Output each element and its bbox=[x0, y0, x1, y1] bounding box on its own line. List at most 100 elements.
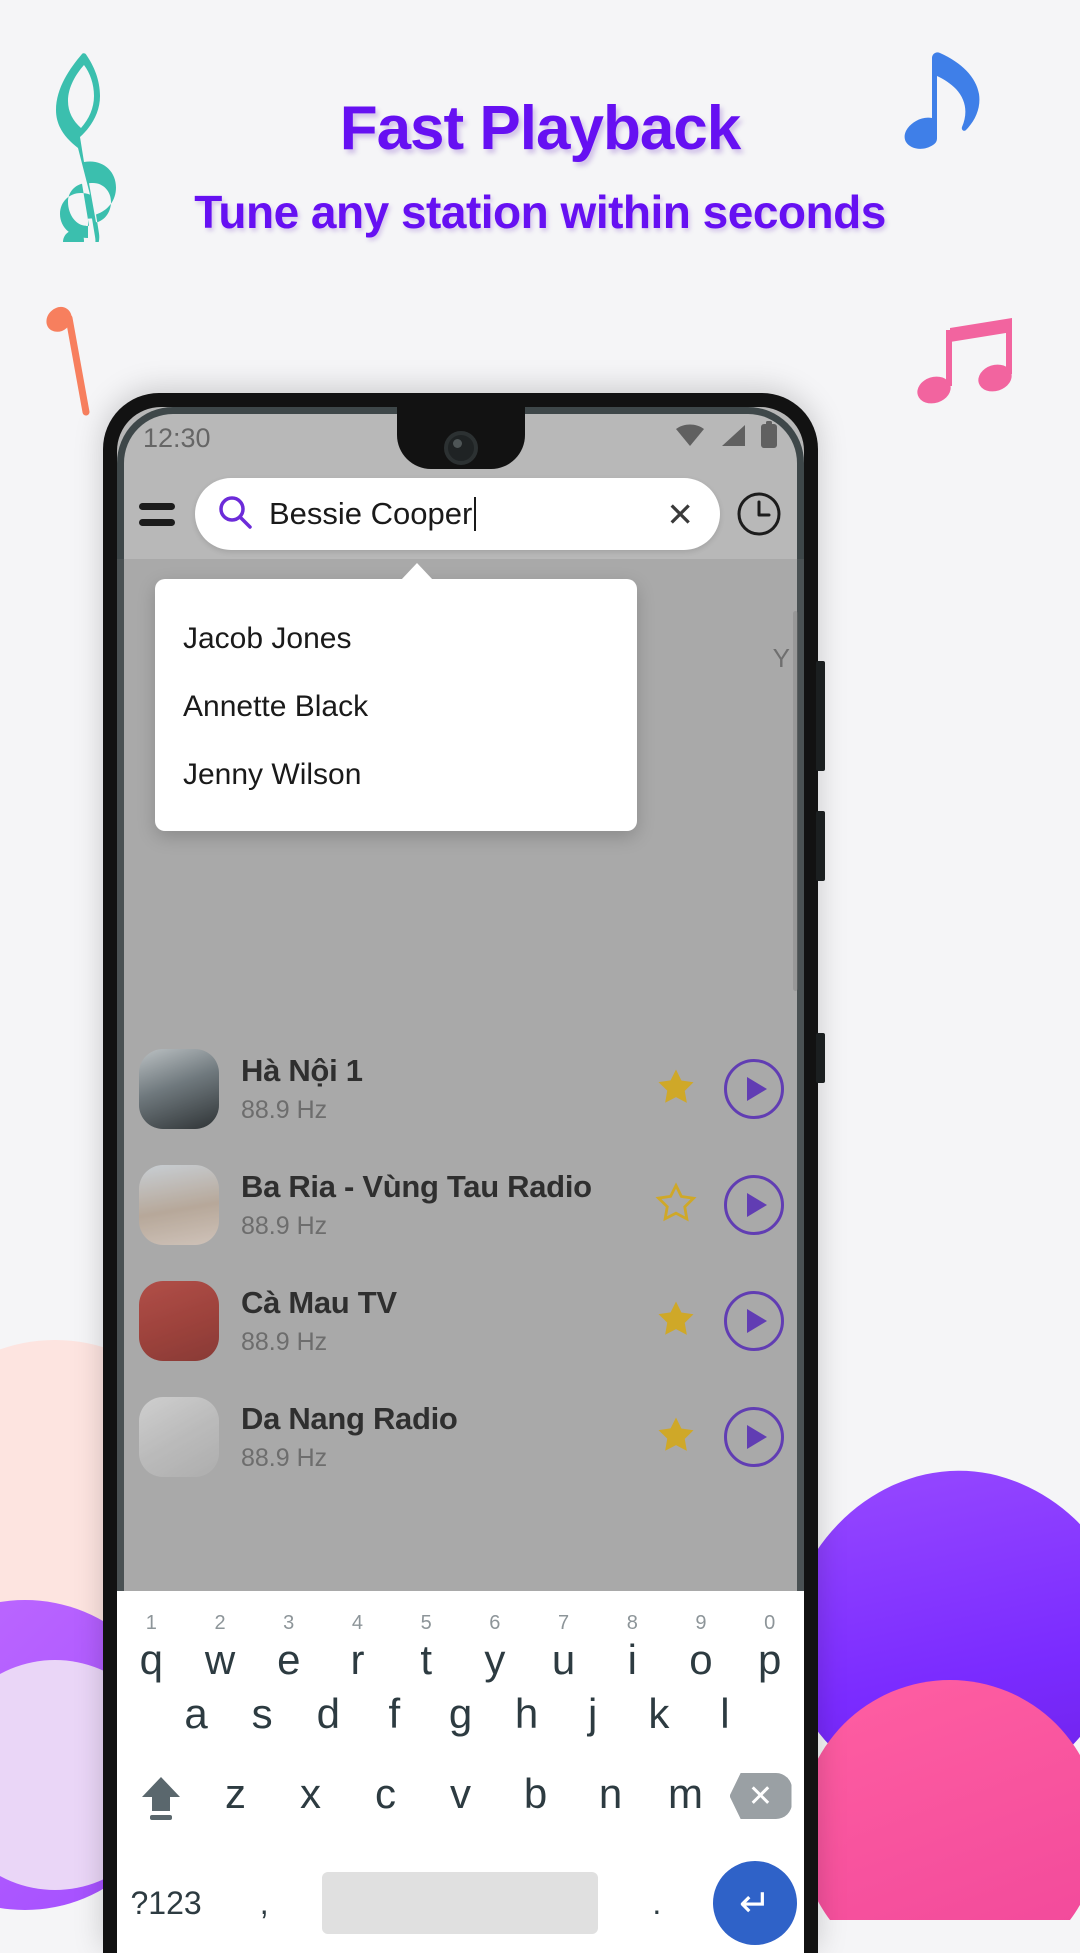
play-icon[interactable] bbox=[724, 1291, 784, 1351]
keyboard-row-4: ?123 , . ↵ bbox=[117, 1853, 804, 1953]
key-y[interactable]: 6y bbox=[461, 1613, 530, 1681]
key-letter: f bbox=[388, 1690, 401, 1737]
key-v[interactable]: v bbox=[423, 1773, 498, 1815]
table-row[interactable]: Hà Nội 1 88.9 Hz bbox=[139, 1031, 804, 1147]
station-info: Ba Ria - Vùng Tau Radio 88.9 Hz bbox=[241, 1169, 628, 1241]
key-letter: w bbox=[204, 1636, 236, 1683]
key-letter: y bbox=[484, 1636, 506, 1683]
station-info: Cà Mau TV 88.9 Hz bbox=[241, 1285, 628, 1357]
key-r[interactable]: 4r bbox=[323, 1613, 392, 1681]
hamburger-menu-icon[interactable] bbox=[139, 502, 179, 526]
key-h[interactable]: h bbox=[494, 1693, 560, 1735]
station-info: Da Nang Radio 88.9 Hz bbox=[241, 1401, 628, 1473]
station-info: Hà Nội 1 88.9 Hz bbox=[241, 1053, 628, 1125]
key-x[interactable]: x bbox=[273, 1773, 348, 1815]
enter-return-icon[interactable]: ↵ bbox=[706, 1861, 804, 1945]
key-letter: o bbox=[689, 1636, 713, 1683]
period-key[interactable]: . bbox=[608, 1885, 706, 1922]
key-c[interactable]: c bbox=[348, 1773, 423, 1815]
favorite-star-icon[interactable] bbox=[650, 1414, 702, 1461]
list-item[interactable]: Jacob Jones bbox=[155, 605, 637, 673]
table-row[interactable]: Ba Ria - Vùng Tau Radio 88.9 Hz bbox=[139, 1147, 804, 1263]
station-name: Ba Ria - Vùng Tau Radio bbox=[241, 1169, 592, 1204]
close-icon[interactable]: ✕ bbox=[662, 498, 698, 531]
signal-icon bbox=[719, 423, 747, 454]
shift-caps-icon[interactable] bbox=[123, 1773, 198, 1823]
key-number: 1 bbox=[145, 1612, 157, 1634]
list-item[interactable]: Jenny Wilson bbox=[155, 741, 637, 809]
station-thumbnail bbox=[139, 1049, 219, 1129]
key-t[interactable]: 5t bbox=[392, 1613, 461, 1681]
scrollbar[interactable] bbox=[793, 611, 798, 991]
search-suggestions-dropdown[interactable]: Jacob Jones Annette Black Jenny Wilson bbox=[155, 563, 637, 831]
comma-key[interactable]: , bbox=[215, 1885, 313, 1922]
play-icon[interactable] bbox=[724, 1407, 784, 1467]
key-j[interactable]: j bbox=[560, 1693, 626, 1735]
key-f[interactable]: f bbox=[361, 1693, 427, 1735]
key-o[interactable]: 9o bbox=[667, 1613, 736, 1681]
key-a[interactable]: a bbox=[163, 1693, 229, 1735]
key-letter: j bbox=[588, 1690, 598, 1737]
key-letter: n bbox=[598, 1770, 623, 1817]
phone-mockup: 12:30 Bessie Cooper ✕ Y Hà Nội 1 88.9 Hz… bbox=[103, 393, 825, 1953]
key-n[interactable]: n bbox=[573, 1773, 648, 1815]
camera-notch bbox=[396, 407, 525, 469]
key-p[interactable]: 0p bbox=[735, 1613, 804, 1681]
key-number: 5 bbox=[420, 1612, 432, 1634]
key-k[interactable]: k bbox=[626, 1693, 692, 1735]
key-m[interactable]: m bbox=[648, 1773, 723, 1815]
keyboard-row-1: 1q 2w 3e 4r 5t 6y 7u 8i 9o 0p bbox=[117, 1613, 804, 1693]
key-number: 0 bbox=[764, 1612, 776, 1634]
key-letter: s bbox=[251, 1690, 273, 1737]
favorite-star-icon[interactable] bbox=[650, 1298, 702, 1345]
phone-screen: 12:30 Bessie Cooper ✕ Y Hà Nội 1 88.9 Hz… bbox=[117, 407, 804, 1953]
assistant-button[interactable] bbox=[816, 1033, 825, 1083]
virtual-keyboard[interactable]: 1q 2w 3e 4r 5t 6y 7u 8i 9o 0p a s d f g … bbox=[117, 1591, 804, 1953]
table-row[interactable]: Da Nang Radio 88.9 Hz bbox=[139, 1379, 804, 1495]
key-s[interactable]: s bbox=[229, 1693, 295, 1735]
key-letter: q bbox=[139, 1636, 164, 1683]
clock-history-icon[interactable] bbox=[736, 491, 782, 537]
power-button[interactable] bbox=[816, 811, 825, 881]
key-q[interactable]: 1q bbox=[117, 1613, 186, 1681]
station-thumbnail bbox=[139, 1165, 219, 1245]
space-key[interactable] bbox=[313, 1872, 607, 1934]
key-u[interactable]: 7u bbox=[529, 1613, 598, 1681]
battery-icon bbox=[760, 420, 778, 456]
table-row[interactable]: Cà Mau TV 88.9 Hz bbox=[139, 1263, 804, 1379]
key-l[interactable]: l bbox=[692, 1693, 758, 1735]
key-b[interactable]: b bbox=[498, 1773, 573, 1815]
key-letter: t bbox=[420, 1636, 432, 1683]
key-letter: v bbox=[450, 1770, 471, 1817]
key-w[interactable]: 2w bbox=[186, 1613, 255, 1681]
key-g[interactable]: g bbox=[427, 1693, 493, 1735]
list-item[interactable]: Annette Black bbox=[155, 673, 637, 741]
key-z[interactable]: z bbox=[198, 1773, 273, 1815]
favorite-star-icon[interactable] bbox=[650, 1066, 702, 1113]
key-i[interactable]: 8i bbox=[598, 1613, 667, 1681]
key-letter: c bbox=[375, 1770, 396, 1817]
volume-button[interactable] bbox=[816, 661, 825, 771]
symbols-key[interactable]: ?123 bbox=[117, 1885, 215, 1922]
station-frequency: 88.9 Hz bbox=[241, 1096, 328, 1124]
key-e[interactable]: 3e bbox=[254, 1613, 323, 1681]
key-letter: z bbox=[225, 1770, 246, 1817]
alphabet-index-letter[interactable]: Y bbox=[773, 643, 790, 674]
station-name: Hà Nội 1 bbox=[241, 1053, 363, 1088]
search-value-text: Bessie Cooper bbox=[269, 496, 473, 531]
search-input[interactable]: Bessie Cooper ✕ bbox=[195, 478, 720, 550]
pink-beamed-notes-icon bbox=[916, 318, 1020, 411]
key-letter: g bbox=[448, 1690, 473, 1737]
station-name: Cà Mau TV bbox=[241, 1285, 397, 1320]
orange-music-note-icon bbox=[40, 300, 100, 425]
key-letter: b bbox=[523, 1770, 548, 1817]
backspace-icon[interactable]: ✕ bbox=[723, 1773, 798, 1819]
keyboard-row-2: a s d f g h j k l bbox=[117, 1693, 804, 1773]
promo-copy: Fast Playback Tune any station within se… bbox=[0, 96, 1080, 243]
key-letter: d bbox=[316, 1690, 340, 1737]
play-icon[interactable] bbox=[724, 1059, 784, 1119]
status-time: 12:30 bbox=[143, 422, 211, 453]
favorite-star-icon[interactable] bbox=[650, 1181, 702, 1229]
play-icon[interactable] bbox=[724, 1175, 784, 1235]
key-d[interactable]: d bbox=[295, 1693, 361, 1735]
